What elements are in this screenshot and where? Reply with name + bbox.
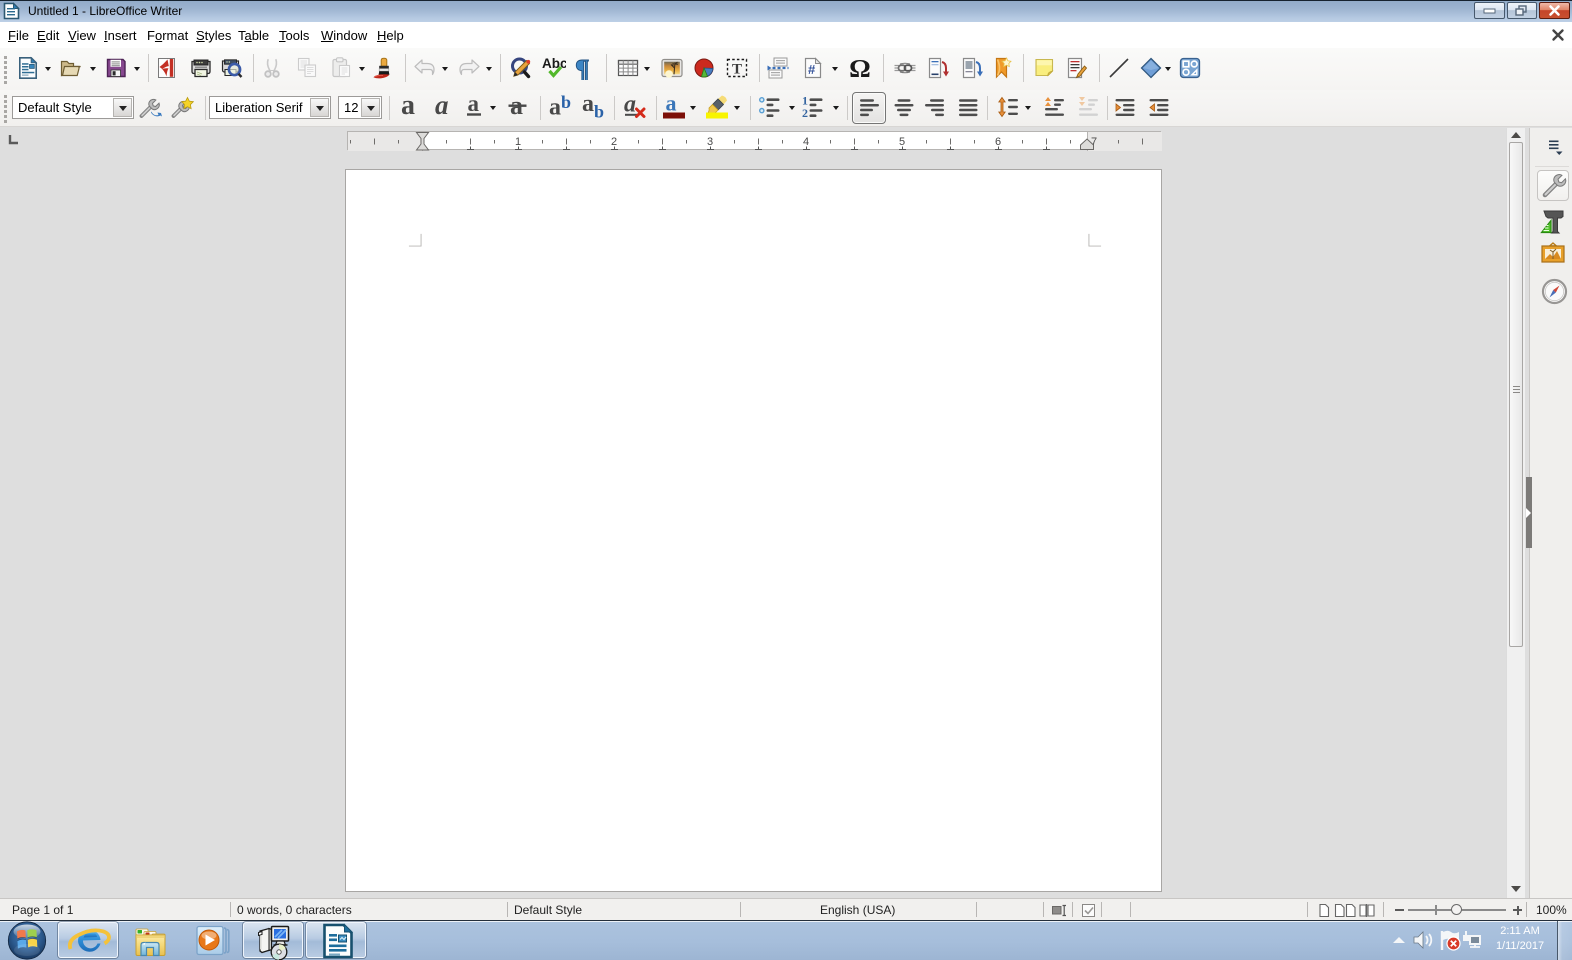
svg-text:¶: ¶ (575, 56, 590, 80)
svg-text:#: # (808, 62, 816, 77)
svg-text:4: 4 (803, 136, 809, 148)
svg-text:a: a (468, 95, 480, 116)
svg-text:1: 1 (515, 136, 521, 148)
svg-text:a: a (510, 95, 523, 119)
svg-text:Abc: Abc (542, 56, 566, 71)
svg-text:3: 3 (707, 136, 713, 148)
svg-text:Ω: Ω (849, 56, 871, 80)
svg-text:a: a (401, 95, 415, 119)
svg-text:2: 2 (611, 136, 617, 148)
svg-text:6: 6 (995, 136, 1001, 148)
svg-text:2: 2 (802, 106, 808, 119)
svg-text:a: a (549, 95, 561, 119)
svg-text:a: a (582, 95, 594, 117)
svg-text:a: a (666, 95, 677, 116)
svg-text:b: b (561, 95, 571, 112)
svg-text:a: a (435, 95, 449, 119)
svg-text:b: b (594, 102, 604, 120)
svg-text:T: T (732, 62, 742, 78)
svg-text:5: 5 (899, 136, 905, 148)
